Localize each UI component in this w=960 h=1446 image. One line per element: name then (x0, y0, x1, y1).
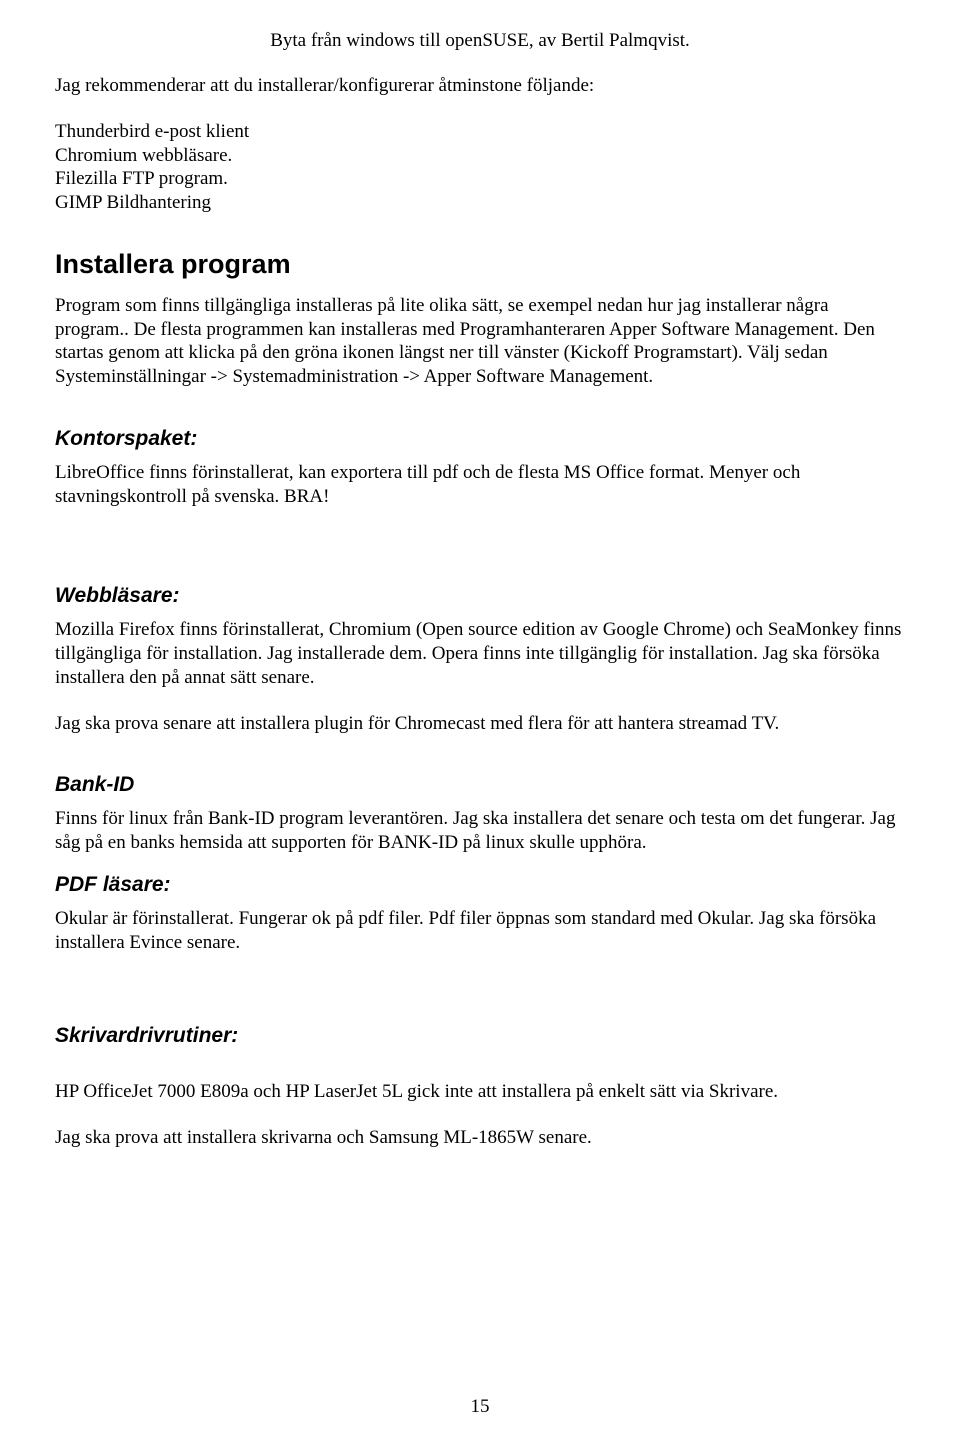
heading-pdf-lasare: PDF läsare: (55, 873, 905, 897)
webblasare-body-2: Jag ska prova senare att installera plug… (55, 712, 905, 736)
page-number: 15 (0, 1396, 960, 1418)
skrivardrivrutiner-body-1: HP OfficeJet 7000 E809a och HP LaserJet … (55, 1080, 905, 1104)
spacer (55, 692, 905, 712)
heading-bank-id: Bank-ID (55, 773, 905, 797)
skrivardrivrutiner-body-2: Jag ska prova att installera skrivarna o… (55, 1126, 905, 1150)
intro-list-item: Filezilla FTP program. (55, 167, 905, 191)
kontorspaket-body: LibreOffice finns förinstallerat, kan ex… (55, 461, 905, 509)
spacer (55, 100, 905, 120)
document-page: Byta från windows till openSUSE, av Bert… (0, 0, 960, 1446)
heading-skrivardrivrutiner: Skrivardrivrutiner: (55, 1024, 905, 1048)
heading-webblasare: Webbläsare: (55, 584, 905, 608)
spacer (55, 1058, 905, 1080)
heading-installera-program: Installera program (55, 249, 905, 280)
spacer (55, 956, 905, 986)
intro-list-item: GIMP Bildhantering (55, 191, 905, 215)
spacer (55, 1106, 905, 1126)
installera-body: Program som finns tillgängliga installer… (55, 294, 905, 389)
pdf-body: Okular är förinstallerat. Fungerar ok på… (55, 907, 905, 955)
page-header: Byta från windows till openSUSE, av Bert… (55, 30, 905, 52)
intro-list-item: Chromium webbläsare. (55, 144, 905, 168)
bankid-body: Finns för linux från Bank-ID program lev… (55, 807, 905, 855)
heading-kontorspaket: Kontorspaket: (55, 427, 905, 451)
intro-paragraph: Jag rekommenderar att du installerar/kon… (55, 74, 905, 98)
webblasare-body-1: Mozilla Firefox finns förinstallerat, Ch… (55, 618, 905, 689)
intro-list-item: Thunderbird e-post klient (55, 120, 905, 144)
spacer (55, 510, 905, 546)
